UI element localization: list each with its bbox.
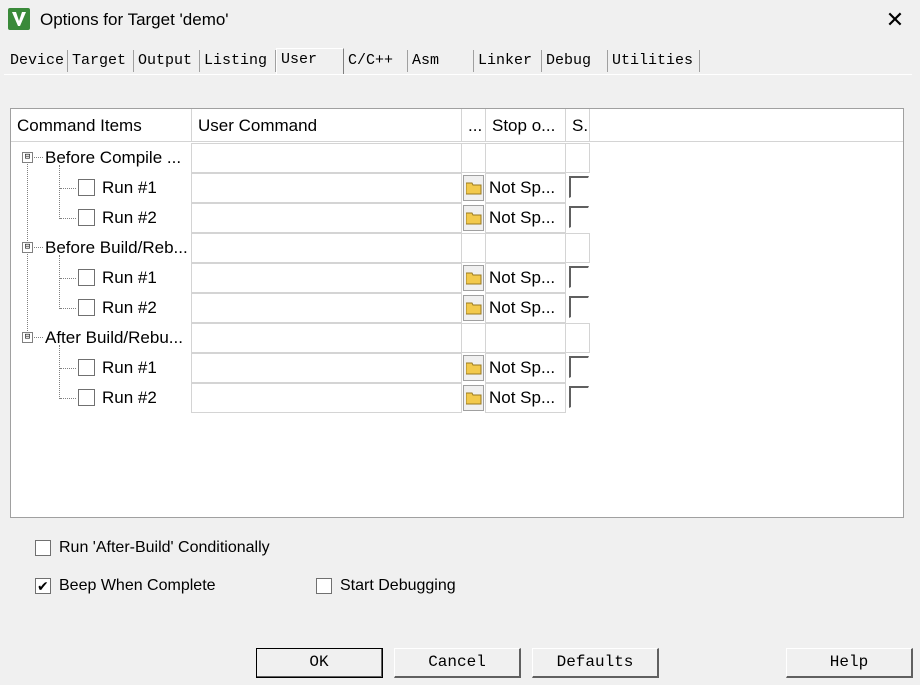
user-command-input[interactable] bbox=[191, 203, 462, 233]
s-checkbox[interactable] bbox=[569, 386, 589, 408]
help-button[interactable]: Help bbox=[786, 648, 913, 678]
group-stop-cell bbox=[485, 323, 566, 353]
tree-line bbox=[59, 165, 60, 219]
header-user-command[interactable]: User Command bbox=[192, 109, 462, 142]
header-command-items[interactable]: Command Items bbox=[11, 109, 192, 142]
ok-button[interactable]: OK bbox=[256, 648, 383, 678]
collapse-icon[interactable]: ⊟ bbox=[22, 242, 33, 253]
browse-folder-icon[interactable] bbox=[463, 265, 484, 291]
s-checkbox[interactable] bbox=[569, 266, 589, 288]
run2-label: Run #2 bbox=[102, 208, 157, 227]
tree-line bbox=[60, 308, 76, 309]
header-browse[interactable]: ... bbox=[462, 109, 486, 142]
tab-utilities[interactable]: Utilities bbox=[608, 50, 700, 72]
run2-checkbox[interactable] bbox=[78, 299, 95, 316]
group-stop-cell bbox=[485, 143, 566, 173]
start-debugging-option[interactable]: Start Debugging bbox=[316, 575, 516, 597]
run1-label: Run #1 bbox=[102, 268, 157, 287]
tab-asm[interactable]: Asm bbox=[408, 50, 474, 72]
window-title: Options for Target 'demo' bbox=[40, 10, 229, 29]
beep-checkbox[interactable] bbox=[35, 576, 51, 598]
start-debugging-label: Start Debugging bbox=[340, 577, 456, 594]
user-command-input[interactable] bbox=[191, 173, 462, 203]
tab-debug[interactable]: Debug bbox=[542, 50, 608, 72]
user-command-input[interactable] bbox=[191, 353, 462, 383]
run2-checkbox[interactable] bbox=[78, 389, 95, 406]
browse-folder-icon[interactable] bbox=[463, 295, 484, 321]
user-commands-grid: Command Items User Command ... Stop o...… bbox=[10, 108, 904, 518]
cancel-button[interactable]: Cancel bbox=[394, 648, 521, 678]
close-icon[interactable]: ✕ bbox=[880, 5, 910, 35]
s-checkbox[interactable] bbox=[569, 206, 589, 228]
stop-on-select[interactable]: Not Sp... bbox=[485, 203, 566, 233]
run-after-build-checkbox[interactable] bbox=[35, 540, 51, 556]
group-s-cell bbox=[565, 323, 590, 353]
stop-on-select[interactable]: Not Sp... bbox=[485, 263, 566, 293]
user-command-input[interactable] bbox=[191, 293, 462, 323]
title-bar: Options for Target 'demo' ✕ bbox=[0, 0, 920, 40]
collapse-icon[interactable]: ⊟ bbox=[22, 152, 33, 163]
s-checkbox[interactable] bbox=[569, 356, 589, 378]
stop-on-select[interactable]: Not Sp... bbox=[485, 173, 566, 203]
tab-linker[interactable]: Linker bbox=[474, 50, 542, 72]
run-after-build-label: Run 'After-Build' Conditionally bbox=[59, 539, 270, 556]
tree-line bbox=[60, 398, 76, 399]
tree-line bbox=[59, 255, 60, 309]
browse-folder-icon[interactable] bbox=[463, 355, 484, 381]
group-after-build[interactable]: After Build/Rebu... bbox=[45, 323, 183, 353]
user-command-input[interactable] bbox=[191, 263, 462, 293]
header-s[interactable]: S. bbox=[566, 109, 590, 142]
group-browse-cell bbox=[461, 143, 486, 173]
run2-label: Run #2 bbox=[102, 298, 157, 317]
collapse-icon[interactable]: ⊟ bbox=[22, 332, 33, 343]
beep-option[interactable]: Beep When Complete bbox=[35, 575, 295, 598]
s-checkbox[interactable] bbox=[569, 176, 589, 198]
tab-device[interactable]: Device bbox=[6, 50, 68, 72]
group-s-cell bbox=[565, 143, 590, 173]
keil-app-icon bbox=[8, 8, 30, 30]
user-command-input[interactable] bbox=[191, 383, 462, 413]
run2-label: Run #2 bbox=[102, 388, 157, 407]
run2-checkbox[interactable] bbox=[78, 209, 95, 226]
run1-checkbox[interactable] bbox=[78, 179, 95, 196]
group-stop-cell bbox=[485, 233, 566, 263]
start-debugging-checkbox[interactable] bbox=[316, 578, 332, 594]
stop-on-select[interactable]: Not Sp... bbox=[485, 353, 566, 383]
browse-folder-icon[interactable] bbox=[463, 175, 484, 201]
run-after-build-option[interactable]: Run 'After-Build' Conditionally bbox=[35, 537, 335, 559]
tree-line bbox=[60, 188, 76, 189]
browse-folder-icon[interactable] bbox=[463, 205, 484, 231]
tree-line bbox=[60, 278, 76, 279]
defaults-button[interactable]: Defaults bbox=[532, 648, 659, 678]
tab-listing[interactable]: Listing bbox=[200, 50, 276, 72]
tree-line bbox=[60, 218, 76, 219]
group-command-cell bbox=[191, 323, 462, 353]
group-browse-cell bbox=[461, 233, 486, 263]
run1-label: Run #1 bbox=[102, 178, 157, 197]
header-stop-on[interactable]: Stop o... bbox=[486, 109, 566, 142]
tree-line bbox=[60, 368, 76, 369]
stop-on-select[interactable]: Not Sp... bbox=[485, 383, 566, 413]
run1-label: Run #1 bbox=[102, 358, 157, 377]
beep-label: Beep When Complete bbox=[59, 577, 216, 594]
s-checkbox[interactable] bbox=[569, 296, 589, 318]
group-browse-cell bbox=[461, 323, 486, 353]
tree-line bbox=[59, 345, 60, 399]
group-command-cell bbox=[191, 233, 462, 263]
run1-checkbox[interactable] bbox=[78, 359, 95, 376]
tab-strip: Device Target Output Listing User C/C++ … bbox=[6, 48, 910, 74]
browse-folder-icon[interactable] bbox=[463, 385, 484, 411]
group-before-build[interactable]: Before Build/Reb... bbox=[45, 233, 188, 263]
tab-user[interactable]: User bbox=[276, 48, 344, 74]
stop-on-select[interactable]: Not Sp... bbox=[485, 293, 566, 323]
run1-checkbox[interactable] bbox=[78, 269, 95, 286]
tab-output[interactable]: Output bbox=[134, 50, 200, 72]
group-s-cell bbox=[565, 233, 590, 263]
group-command-cell bbox=[191, 143, 462, 173]
tab-target[interactable]: Target bbox=[68, 50, 134, 72]
group-before-compile[interactable]: Before Compile ... bbox=[45, 143, 181, 173]
header-filler bbox=[590, 109, 903, 142]
tab-c-cpp[interactable]: C/C++ bbox=[344, 50, 408, 72]
